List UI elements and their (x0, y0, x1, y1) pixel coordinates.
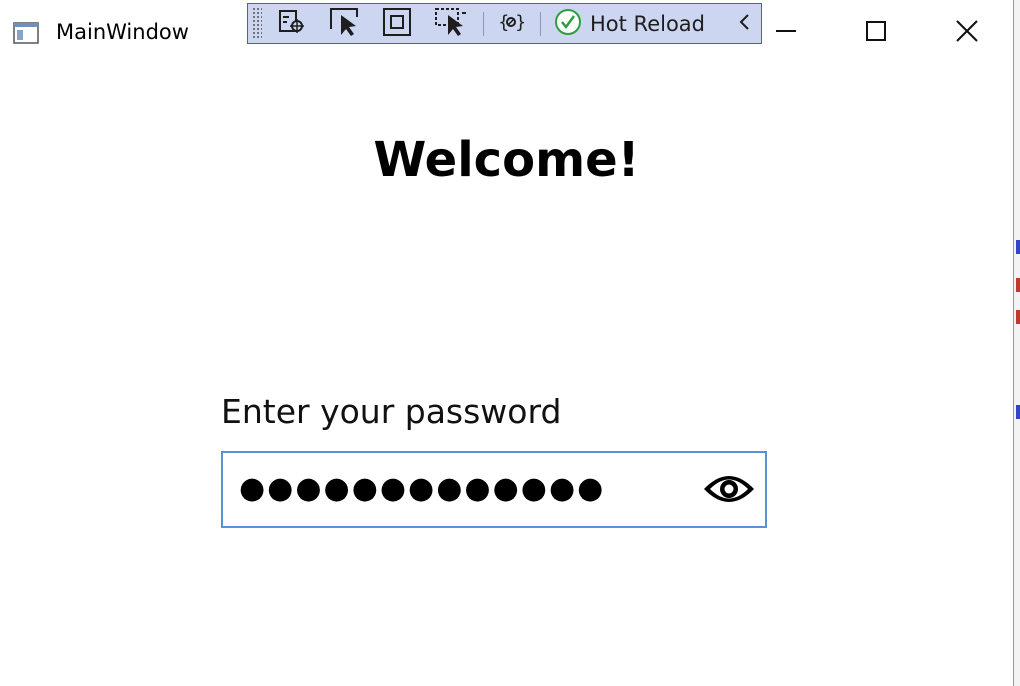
minimize-icon (775, 20, 797, 46)
app-icon (13, 22, 39, 44)
svg-text:}: } (515, 12, 524, 33)
close-icon (955, 19, 979, 47)
hot-reload-label[interactable]: Hot Reload (590, 12, 705, 36)
toolbar-separator (483, 12, 484, 36)
track-focus-icon (434, 7, 468, 41)
minimize-button[interactable] (762, 10, 810, 56)
hot-reload-icon (553, 7, 583, 41)
xaml-runtime-toolbar: { } Hot Reload (247, 3, 762, 44)
editor-fragment (1016, 240, 1020, 254)
welcome-heading: Welcome! (373, 132, 640, 188)
toolbar-separator (540, 12, 541, 36)
select-element-icon (329, 7, 361, 41)
visual-tree-button[interactable] (275, 8, 309, 40)
display-adorners-button[interactable] (380, 8, 414, 40)
background-editor (1013, 0, 1020, 686)
main-window: MainWindow {Hot Reload Welcome! Enter y… (0, 0, 1014, 686)
track-focus-button[interactable] (434, 8, 468, 40)
select-element-button[interactable] (328, 8, 362, 40)
eye-icon (701, 469, 757, 513)
password-input[interactable]: ●●●●●●●●●●●●● (221, 451, 767, 528)
password-label: Enter your password (221, 392, 562, 431)
binding-failures-button[interactable]: { } (494, 8, 528, 40)
window-title: MainWindow (56, 20, 189, 44)
toolbar-drag-grip[interactable] (252, 7, 262, 40)
collapse-toolbar-button[interactable] (728, 8, 762, 40)
collapse-chevron-icon (737, 12, 753, 36)
reveal-password-button[interactable] (699, 469, 759, 513)
editor-fragment (1016, 405, 1020, 419)
binding-failures-icon: { } (498, 10, 526, 38)
maximize-icon (865, 20, 887, 46)
display-adorners-icon (382, 7, 412, 41)
close-button[interactable] (943, 10, 991, 56)
editor-fragment (1016, 278, 1020, 292)
password-mask[interactable]: ●●●●●●●●●●●●● (239, 471, 605, 507)
editor-fragment (1016, 310, 1020, 324)
hot-reload-status[interactable] (551, 8, 585, 40)
visual-tree-icon (277, 8, 307, 40)
maximize-button[interactable] (852, 10, 900, 56)
